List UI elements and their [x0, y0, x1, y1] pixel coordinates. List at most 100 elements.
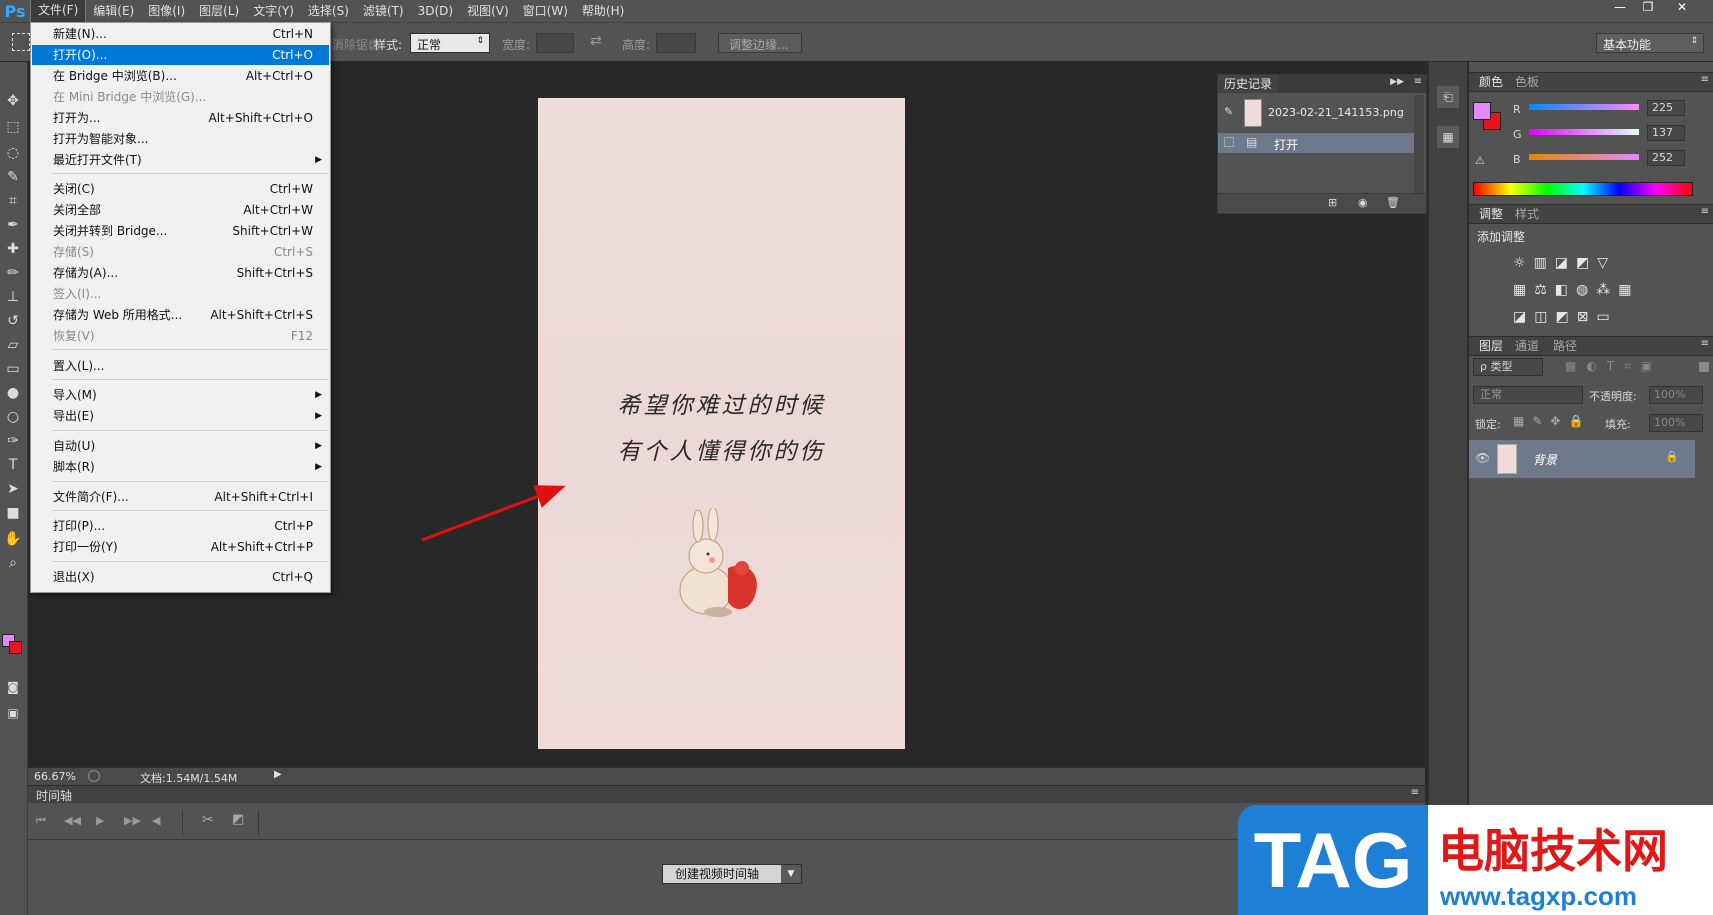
- menu-item-open-smart-object[interactable]: 打开为智能对象...: [32, 129, 329, 149]
- panel-menu-icon[interactable]: ≡: [1701, 74, 1709, 85]
- history-snapshot[interactable]: ✎ 2023-02-21_141153.png: [1218, 95, 1418, 131]
- selective-color-icon[interactable]: ⊠: [1577, 309, 1597, 325]
- menu-item-browse-mini-bridge[interactable]: 在 Mini Bridge 中浏览(G)...: [32, 87, 329, 107]
- adjustments-panel-header: 调整 样式 ≡: [1469, 204, 1713, 224]
- menu-separator: [52, 349, 328, 350]
- menu-item-revert[interactable]: 恢复(V) F12: [32, 326, 329, 346]
- menu-item-save[interactable]: 存储(S) Ctrl+S: [32, 242, 329, 262]
- blue-value-input[interactable]: 252: [1647, 150, 1685, 166]
- state-checkbox[interactable]: [1224, 137, 1234, 147]
- menu-item-save-as[interactable]: 存储为(A)... Shift+Ctrl+S: [32, 263, 329, 283]
- gradient-map-icon[interactable]: ▭: [1596, 309, 1617, 325]
- chevron-down-icon[interactable]: ▼: [781, 865, 801, 883]
- zoom-level[interactable]: 66.67%: [34, 770, 76, 783]
- tab-layers[interactable]: 图层: [1473, 337, 1510, 355]
- first-frame-icon[interactable]: ⏮: [36, 814, 46, 828]
- tab-history[interactable]: 历史记录: [1218, 75, 1279, 93]
- menu-item-scripts[interactable]: 脚本(R) ▶: [32, 457, 329, 477]
- invert-icon[interactable]: ◪: [1513, 309, 1534, 325]
- properties-panel-icon[interactable]: ▦: [1437, 126, 1459, 148]
- curves-icon[interactable]: ◪: [1555, 255, 1576, 271]
- panel-menu-icon[interactable]: ≡: [1701, 206, 1709, 217]
- black-white-icon[interactable]: ◧: [1555, 282, 1576, 298]
- menu-item-open-as[interactable]: 打开为... Alt+Shift+Ctrl+O: [32, 108, 329, 128]
- channel-mixer-icon[interactable]: ⁂: [1596, 282, 1618, 298]
- menu-item-browse-bridge[interactable]: 在 Bridge 中浏览(B)... Alt+Ctrl+O: [32, 66, 329, 86]
- lock-icons[interactable]: ▦✎✥🔒: [1513, 414, 1591, 428]
- menu-item-new[interactable]: 新建(N)... Ctrl+N: [32, 24, 329, 44]
- layer-filter-select[interactable]: ρ 类型: [1473, 358, 1543, 376]
- red-slider[interactable]: [1529, 104, 1639, 110]
- history-brush-icon[interactable]: ✎: [1224, 105, 1233, 118]
- menu-item-exit[interactable]: 退出(X) Ctrl+Q: [32, 567, 329, 587]
- photo-filter-icon[interactable]: ◍: [1576, 282, 1596, 298]
- status-menu-arrow-icon[interactable]: ▶: [274, 769, 282, 780]
- red-value-input[interactable]: 225: [1647, 100, 1685, 116]
- menu-separator: [52, 510, 328, 511]
- history-panel-icon[interactable]: ⎗: [1437, 86, 1459, 108]
- vibrance-icon[interactable]: ▽: [1597, 255, 1616, 271]
- play-icon[interactable]: ▶: [96, 814, 104, 827]
- exposure-icon[interactable]: ◩: [1576, 255, 1597, 271]
- menu-item-recent-files[interactable]: 最近打开文件(T) ▶: [32, 150, 329, 170]
- foreground-color-swatch[interactable]: [1473, 102, 1491, 120]
- opacity-input[interactable]: 100%: [1649, 386, 1703, 404]
- panel-menu-icon[interactable]: ≡: [1701, 338, 1709, 349]
- menu-item-close-goto-bridge[interactable]: 关闭并转到 Bridge... Shift+Ctrl+W: [32, 221, 329, 241]
- menu-item-import[interactable]: 导入(M) ▶: [32, 385, 329, 405]
- brightness-icon[interactable]: ☼: [1513, 255, 1534, 271]
- tab-color[interactable]: 颜色: [1473, 73, 1510, 91]
- posterize-icon[interactable]: ◫: [1534, 309, 1555, 325]
- threshold-icon[interactable]: ◩: [1555, 309, 1576, 325]
- hue-saturation-icon[interactable]: ▦: [1513, 282, 1534, 298]
- adjustment-row: ▦⚖◧◍⁂▦: [1513, 277, 1673, 304]
- visibility-eye-icon[interactable]: 👁: [1475, 451, 1490, 465]
- new-document-icon[interactable]: ⊞: [1328, 196, 1337, 209]
- green-slider[interactable]: [1529, 129, 1639, 135]
- tab-swatches[interactable]: 色板: [1509, 73, 1545, 91]
- tab-styles[interactable]: 样式: [1509, 205, 1545, 223]
- color-lookup-icon[interactable]: ▦: [1618, 282, 1639, 298]
- panel-menu-icon[interactable]: ≡: [1411, 787, 1419, 798]
- menu-item-print-one-copy[interactable]: 打印一份(Y) Alt+Shift+Ctrl+P: [32, 537, 329, 557]
- color-spectrum-bar[interactable]: [1473, 182, 1693, 196]
- blue-slider[interactable]: [1529, 154, 1639, 160]
- layer-thumbnail: [1497, 444, 1517, 474]
- menu-item-export[interactable]: 导出(E) ▶: [32, 406, 329, 426]
- color-balance-icon[interactable]: ⚖: [1534, 282, 1555, 298]
- fill-input[interactable]: 100%: [1649, 414, 1703, 432]
- levels-icon[interactable]: ▥: [1534, 255, 1555, 271]
- menu-item-close-all[interactable]: 关闭全部 Alt+Ctrl+W: [32, 200, 329, 220]
- audio-icon[interactable]: ◀: [152, 814, 160, 827]
- menu-item-place[interactable]: 置入(L)...: [32, 356, 329, 376]
- gamut-warning-icon[interactable]: ⚠: [1475, 154, 1485, 167]
- menu-item-open[interactable]: 打开(O)... Ctrl+O: [32, 45, 329, 65]
- blend-mode-select[interactable]: 正常: [1473, 386, 1583, 404]
- history-state-open[interactable]: ▤ 打开: [1218, 133, 1414, 153]
- zoom-icon[interactable]: [88, 770, 100, 782]
- scissors-icon[interactable]: ✂: [202, 812, 214, 828]
- right-panel-dock: 颜色 色板 ≡ R 225 G 137 ⚠ B 252 调整 样式 ≡ 添加调整…: [1469, 62, 1713, 915]
- transition-icon[interactable]: ◩: [232, 812, 244, 827]
- green-value-input[interactable]: 137: [1647, 125, 1685, 141]
- menu-item-check-in[interactable]: 签入(I)...: [32, 284, 329, 304]
- menu-item-close[interactable]: 关闭(C) Ctrl+W: [32, 179, 329, 199]
- trash-icon[interactable]: 🗑: [1386, 196, 1400, 209]
- tab-adjustments[interactable]: 调整: [1473, 205, 1510, 223]
- menu-item-automate[interactable]: 自动(U) ▶: [32, 436, 329, 456]
- layer-filter-icons[interactable]: ▩◐T⌗▣: [1565, 359, 1662, 374]
- tab-channels[interactable]: 通道: [1509, 337, 1545, 355]
- camera-icon[interactable]: ◉: [1358, 196, 1368, 209]
- collapse-icon[interactable]: ▶▶: [1390, 77, 1404, 87]
- create-video-timeline-button[interactable]: 创建视频时间轴 ▼: [662, 864, 802, 884]
- tab-paths[interactable]: 路径: [1547, 337, 1583, 355]
- next-frame-icon[interactable]: ▶▶: [124, 814, 141, 827]
- layer-row-background[interactable]: 👁 背景 🔒: [1469, 440, 1695, 478]
- menu-item-file-info[interactable]: 文件简介(F)... Alt+Shift+Ctrl+I: [32, 487, 329, 507]
- menu-item-save-for-web[interactable]: 存储为 Web 所用格式... Alt+Shift+Ctrl+S: [32, 305, 329, 325]
- panel-menu-icon[interactable]: ≡: [1414, 76, 1422, 87]
- filter-toggle[interactable]: [1699, 362, 1709, 372]
- history-scrollbar[interactable]: [1414, 95, 1424, 195]
- menu-item-print[interactable]: 打印(P)... Ctrl+P: [32, 516, 329, 536]
- prev-frame-icon[interactable]: ◀◀: [64, 814, 81, 827]
